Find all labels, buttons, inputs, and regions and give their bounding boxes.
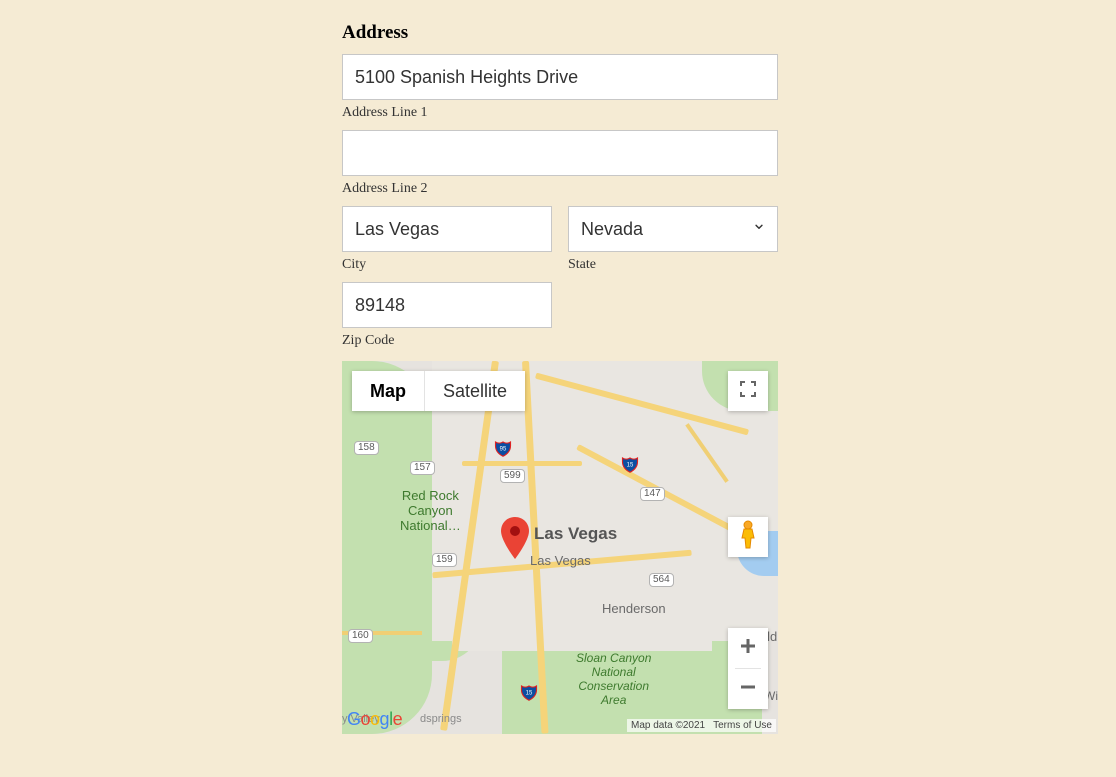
map-label-dsprings: dsprings: [420, 713, 462, 725]
map-type-toggle: Map Satellite: [352, 371, 525, 411]
map-label-sloan-1: Sloan Canyon: [576, 651, 651, 665]
map-label-redrock-3: National…: [400, 518, 461, 533]
map-label-henderson: Henderson: [602, 601, 666, 616]
svg-text:15: 15: [526, 690, 533, 696]
zip-input[interactable]: [342, 282, 552, 328]
svg-text:95: 95: [500, 446, 507, 452]
route-shield-147: 147: [640, 487, 665, 501]
city-label: City: [342, 257, 552, 273]
route-shield-599: 599: [500, 469, 525, 483]
section-title: Address: [342, 22, 778, 44]
address-line-1-group: Address Line 1: [342, 54, 778, 121]
map-label-redrock-1: Red Rock: [400, 488, 461, 503]
zoom-control: [728, 628, 768, 709]
interstate-shield-15b: 15: [520, 683, 538, 701]
google-logo: Google: [347, 709, 402, 730]
terms-of-use-link[interactable]: Terms of Use: [713, 720, 772, 731]
map-canvas: 158 157 599 147 159 564 160 95 15 15 Red…: [342, 361, 778, 734]
map-label-sloan-3: Conservation: [576, 679, 651, 693]
fullscreen-icon: [739, 380, 757, 403]
address-line-2-label: Address Line 2: [342, 181, 778, 197]
map-label-lasvegas: Las Vegas: [530, 553, 591, 568]
route-shield-159: 159: [432, 553, 457, 567]
map-type-satellite-button[interactable]: Satellite: [425, 371, 525, 411]
zip-group: Zip Code: [342, 282, 778, 349]
address-line-1-input[interactable]: [342, 54, 778, 100]
map-label-redrock-2: Canyon: [400, 503, 461, 518]
city-state-row: City Nevada State: [342, 206, 778, 273]
minus-icon: [739, 678, 757, 701]
map-marker-icon: [500, 517, 530, 564]
address-line-1-label: Address Line 1: [342, 105, 778, 121]
fullscreen-button[interactable]: [728, 371, 768, 411]
zoom-out-button[interactable]: [728, 669, 768, 709]
address-line-2-group: Address Line 2: [342, 130, 778, 197]
map-footer: Map data ©2021 Terms of Use: [627, 719, 776, 732]
route-shield-564: 564: [649, 573, 674, 587]
zip-label: Zip Code: [342, 333, 778, 349]
map-data-attribution: Map data ©2021: [631, 720, 705, 731]
route-shield-157: 157: [410, 461, 435, 475]
route-shield-160: 160: [348, 629, 373, 643]
interstate-shield-15a: 15: [621, 455, 639, 473]
map-label-sloan-2: National: [576, 665, 651, 679]
address-line-2-input[interactable]: [342, 130, 778, 176]
pegman-icon: [737, 520, 759, 555]
city-input[interactable]: [342, 206, 552, 252]
zoom-in-button[interactable]: [728, 628, 768, 668]
state-select[interactable]: Nevada: [568, 206, 778, 252]
svg-text:15: 15: [627, 462, 634, 468]
map-preview[interactable]: 158 157 599 147 159 564 160 95 15 15 Red…: [342, 361, 778, 734]
interstate-shield-95: 95: [494, 439, 512, 457]
plus-icon: [739, 637, 757, 660]
map-label-lasvegas-bold: Las Vegas: [534, 524, 617, 544]
streetview-button[interactable]: [728, 517, 768, 557]
state-label: State: [568, 257, 778, 273]
map-label-sloan-4: Area: [576, 693, 651, 707]
address-form: Address Address Line 1 Address Line 2 Ci…: [342, 22, 778, 734]
route-shield-158: 158: [354, 441, 379, 455]
map-type-map-button[interactable]: Map: [352, 371, 425, 411]
